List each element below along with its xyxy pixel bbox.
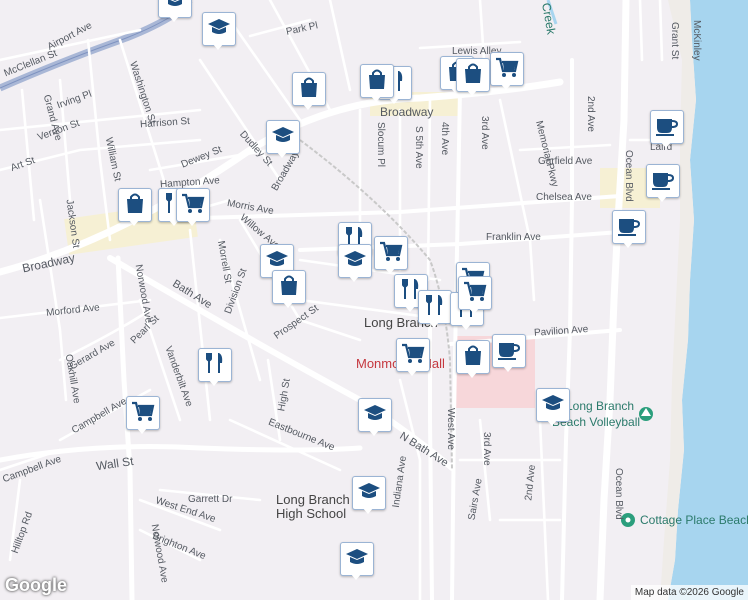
map-canvas[interactable]: McClellan St Airport Ave Washington St P… (0, 0, 748, 600)
shopping-bag-icon (460, 342, 486, 373)
poi-pin-shopping[interactable] (456, 58, 490, 98)
cafe-icon (654, 112, 680, 143)
poi-pin-school[interactable] (158, 0, 192, 24)
poi-pin-shopping[interactable] (292, 72, 326, 112)
shopping-bag-icon (460, 60, 486, 91)
poi-pin-grocery[interactable] (396, 338, 430, 378)
street-label: Franklin Ave (486, 232, 541, 243)
cafe-icon (616, 212, 642, 243)
street-label: Ocean Blvd (623, 150, 634, 202)
school-icon (270, 122, 296, 153)
street-label: 4th Ave (439, 122, 450, 156)
poi-pin-grocery[interactable] (126, 396, 160, 436)
cottage-label: Cottage Place Beach (640, 513, 748, 527)
poi-pin-school[interactable] (266, 120, 300, 160)
poi-pin-school[interactable] (340, 542, 374, 582)
shopping-cart-icon (378, 238, 404, 269)
poi-pin-shopping[interactable] (360, 64, 394, 104)
poi-pin-cafe[interactable] (492, 334, 526, 374)
street-label: Ocean Blvd (613, 468, 624, 520)
poi-pin-shopping[interactable] (118, 188, 152, 228)
poi-pin-cafe[interactable] (612, 210, 646, 250)
cafe-icon (496, 336, 522, 367)
school-icon (540, 390, 566, 421)
street-label: 3rd Ave (481, 432, 492, 466)
street-label: 3rd Ave (479, 116, 490, 150)
restaurant-icon (202, 350, 228, 381)
street-label: S 5th Ave (413, 126, 424, 169)
map-attribution[interactable]: Map data ©2026 Google (630, 585, 748, 600)
poi-pin-shopping[interactable] (272, 270, 306, 310)
poi-pin-restaurant[interactable] (418, 290, 452, 330)
volleyball-label: Long Branch (566, 399, 634, 413)
poi-pin-shopping[interactable] (456, 340, 490, 380)
street-label: Garrett Dr (188, 494, 233, 505)
street-label: McKinley (691, 20, 702, 61)
poi-pin-cafe[interactable] (650, 110, 684, 150)
shopping-cart-icon (180, 190, 206, 221)
poi-pin-school[interactable] (536, 388, 570, 428)
street-label: Slocum Pl (375, 122, 386, 167)
shopping-cart-icon (400, 340, 426, 371)
street-label: Grant St (669, 22, 680, 59)
shopping-bag-icon (296, 74, 322, 105)
school-icon (342, 246, 368, 277)
school-icon (344, 544, 370, 575)
poi-pin-cafe[interactable] (646, 164, 680, 204)
poi-pin-school[interactable] (338, 244, 372, 284)
shopping-bag-icon (122, 190, 148, 221)
school-icon (356, 478, 382, 509)
shopping-bag-icon (364, 66, 390, 97)
street-label: 2nd Ave (585, 96, 596, 132)
shopping-cart-icon (494, 54, 520, 85)
school-icon (206, 14, 232, 45)
poi-pin-grocery[interactable] (490, 52, 524, 92)
school-icon (362, 400, 388, 431)
poi-pin-school[interactable] (202, 12, 236, 52)
restaurant-icon (422, 292, 448, 323)
poi-pin-restaurant[interactable] (198, 348, 232, 388)
shopping-bag-icon (276, 272, 302, 303)
poi-pin-grocery[interactable] (176, 188, 210, 228)
google-logo: Google (5, 575, 67, 595)
shopping-cart-icon (130, 398, 156, 429)
shopping-cart-icon (462, 278, 488, 309)
cafe-icon (650, 166, 676, 197)
poi-pin-school[interactable] (352, 476, 386, 516)
school-label-line2: High School (276, 506, 346, 521)
poi-pin-grocery[interactable] (458, 276, 492, 316)
poi-pin-school[interactable] (358, 398, 392, 438)
street-label: West Ave (445, 408, 456, 450)
street-label: Chelsea Ave (536, 192, 592, 203)
street-label: Garfield Ave (538, 156, 593, 167)
street-label: Broadway (380, 105, 433, 119)
poi-pin-grocery[interactable] (374, 236, 408, 276)
school-label: Long Branch (276, 492, 350, 507)
